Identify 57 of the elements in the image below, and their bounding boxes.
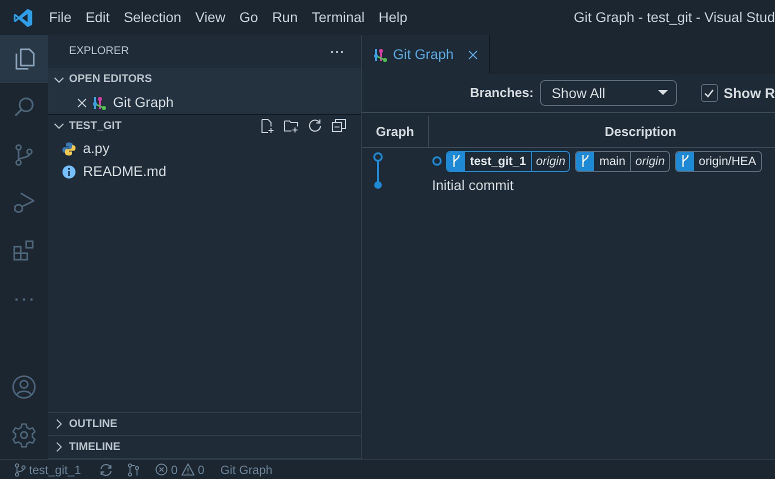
show-remote-label: Show R — [724, 84, 775, 102]
more-icon — [15, 298, 33, 300]
branch-icon — [580, 154, 590, 168]
branch-label[interactable]: main origin — [575, 150, 670, 172]
run-debug-icon — [11, 190, 37, 216]
commit-message: Initial commit — [432, 176, 515, 195]
git-graph-icon — [91, 94, 107, 110]
account-icon — [11, 374, 37, 400]
branches-label: Branches: — [470, 84, 534, 102]
settings-icon — [11, 422, 37, 448]
branches-dropdown[interactable]: Show All — [540, 80, 677, 106]
git-graph-icon — [372, 46, 388, 62]
error-icon — [155, 463, 168, 476]
open-editor-row[interactable]: Git Graph — [48, 91, 361, 114]
branch-label[interactable]: test_git_1 origin — [446, 150, 570, 172]
menu-item[interactable]: File — [42, 0, 79, 35]
menu-item[interactable]: Go — [232, 0, 266, 35]
explorer-tree-row[interactable]: a.py — [48, 137, 361, 160]
menu-item[interactable]: Edit — [78, 0, 117, 35]
sidebar-title: EXPLORER — [69, 44, 129, 60]
section-header[interactable]: OUTLINE — [48, 413, 361, 436]
menu-item[interactable]: Terminal — [304, 0, 372, 35]
branch-status-item[interactable]: test_git_1 — [14, 460, 82, 478]
collapse-all-icon[interactable] — [331, 118, 347, 134]
menu-item[interactable]: Run — [265, 0, 305, 35]
section-header[interactable]: TEST_GIT — [48, 114, 361, 137]
vscode-logo-icon[interactable] — [12, 6, 34, 28]
source-control-graph-icon[interactable] — [127, 462, 142, 476]
caret-down-icon — [658, 90, 668, 96]
explorer-tree-row[interactable]: README.md — [48, 160, 361, 183]
new-folder-icon[interactable] — [283, 118, 299, 134]
column-header[interactable]: Graph — [362, 116, 429, 147]
new-file-icon[interactable] — [259, 118, 275, 134]
activity-explorer-button[interactable] — [0, 35, 48, 83]
editor-tab[interactable]: Git Graph — [362, 35, 490, 74]
checkmark-icon — [703, 87, 716, 99]
info-file-icon — [61, 164, 77, 180]
show-remote-checkbox[interactable] — [700, 84, 718, 102]
git-graph-status-item[interactable]: Git Graph — [220, 460, 272, 478]
window-title: Git Graph - test_git - Visual Stud — [572, 8, 775, 27]
close-icon[interactable] — [76, 96, 88, 108]
menu-item[interactable]: Selection — [116, 0, 188, 35]
section-header[interactable]: OPEN EDITORS — [48, 68, 361, 91]
warning-icon — [180, 463, 195, 476]
commit-graph-drawing — [373, 152, 383, 190]
branch-icon — [451, 154, 461, 168]
sync-icon[interactable] — [99, 462, 114, 476]
column-header[interactable]: Description — [429, 116, 775, 147]
branch-icon — [14, 462, 26, 476]
refresh-icon[interactable] — [307, 118, 323, 134]
branch-label[interactable]: origin/HEA — [674, 150, 762, 172]
branch-icon — [680, 154, 690, 168]
close-icon[interactable] — [466, 48, 479, 60]
menu-item[interactable]: Help — [372, 0, 414, 35]
menu-item[interactable]: View — [188, 0, 232, 35]
problems-status-item[interactable]: 0 0 — [155, 460, 204, 478]
python-file-icon — [61, 140, 77, 156]
